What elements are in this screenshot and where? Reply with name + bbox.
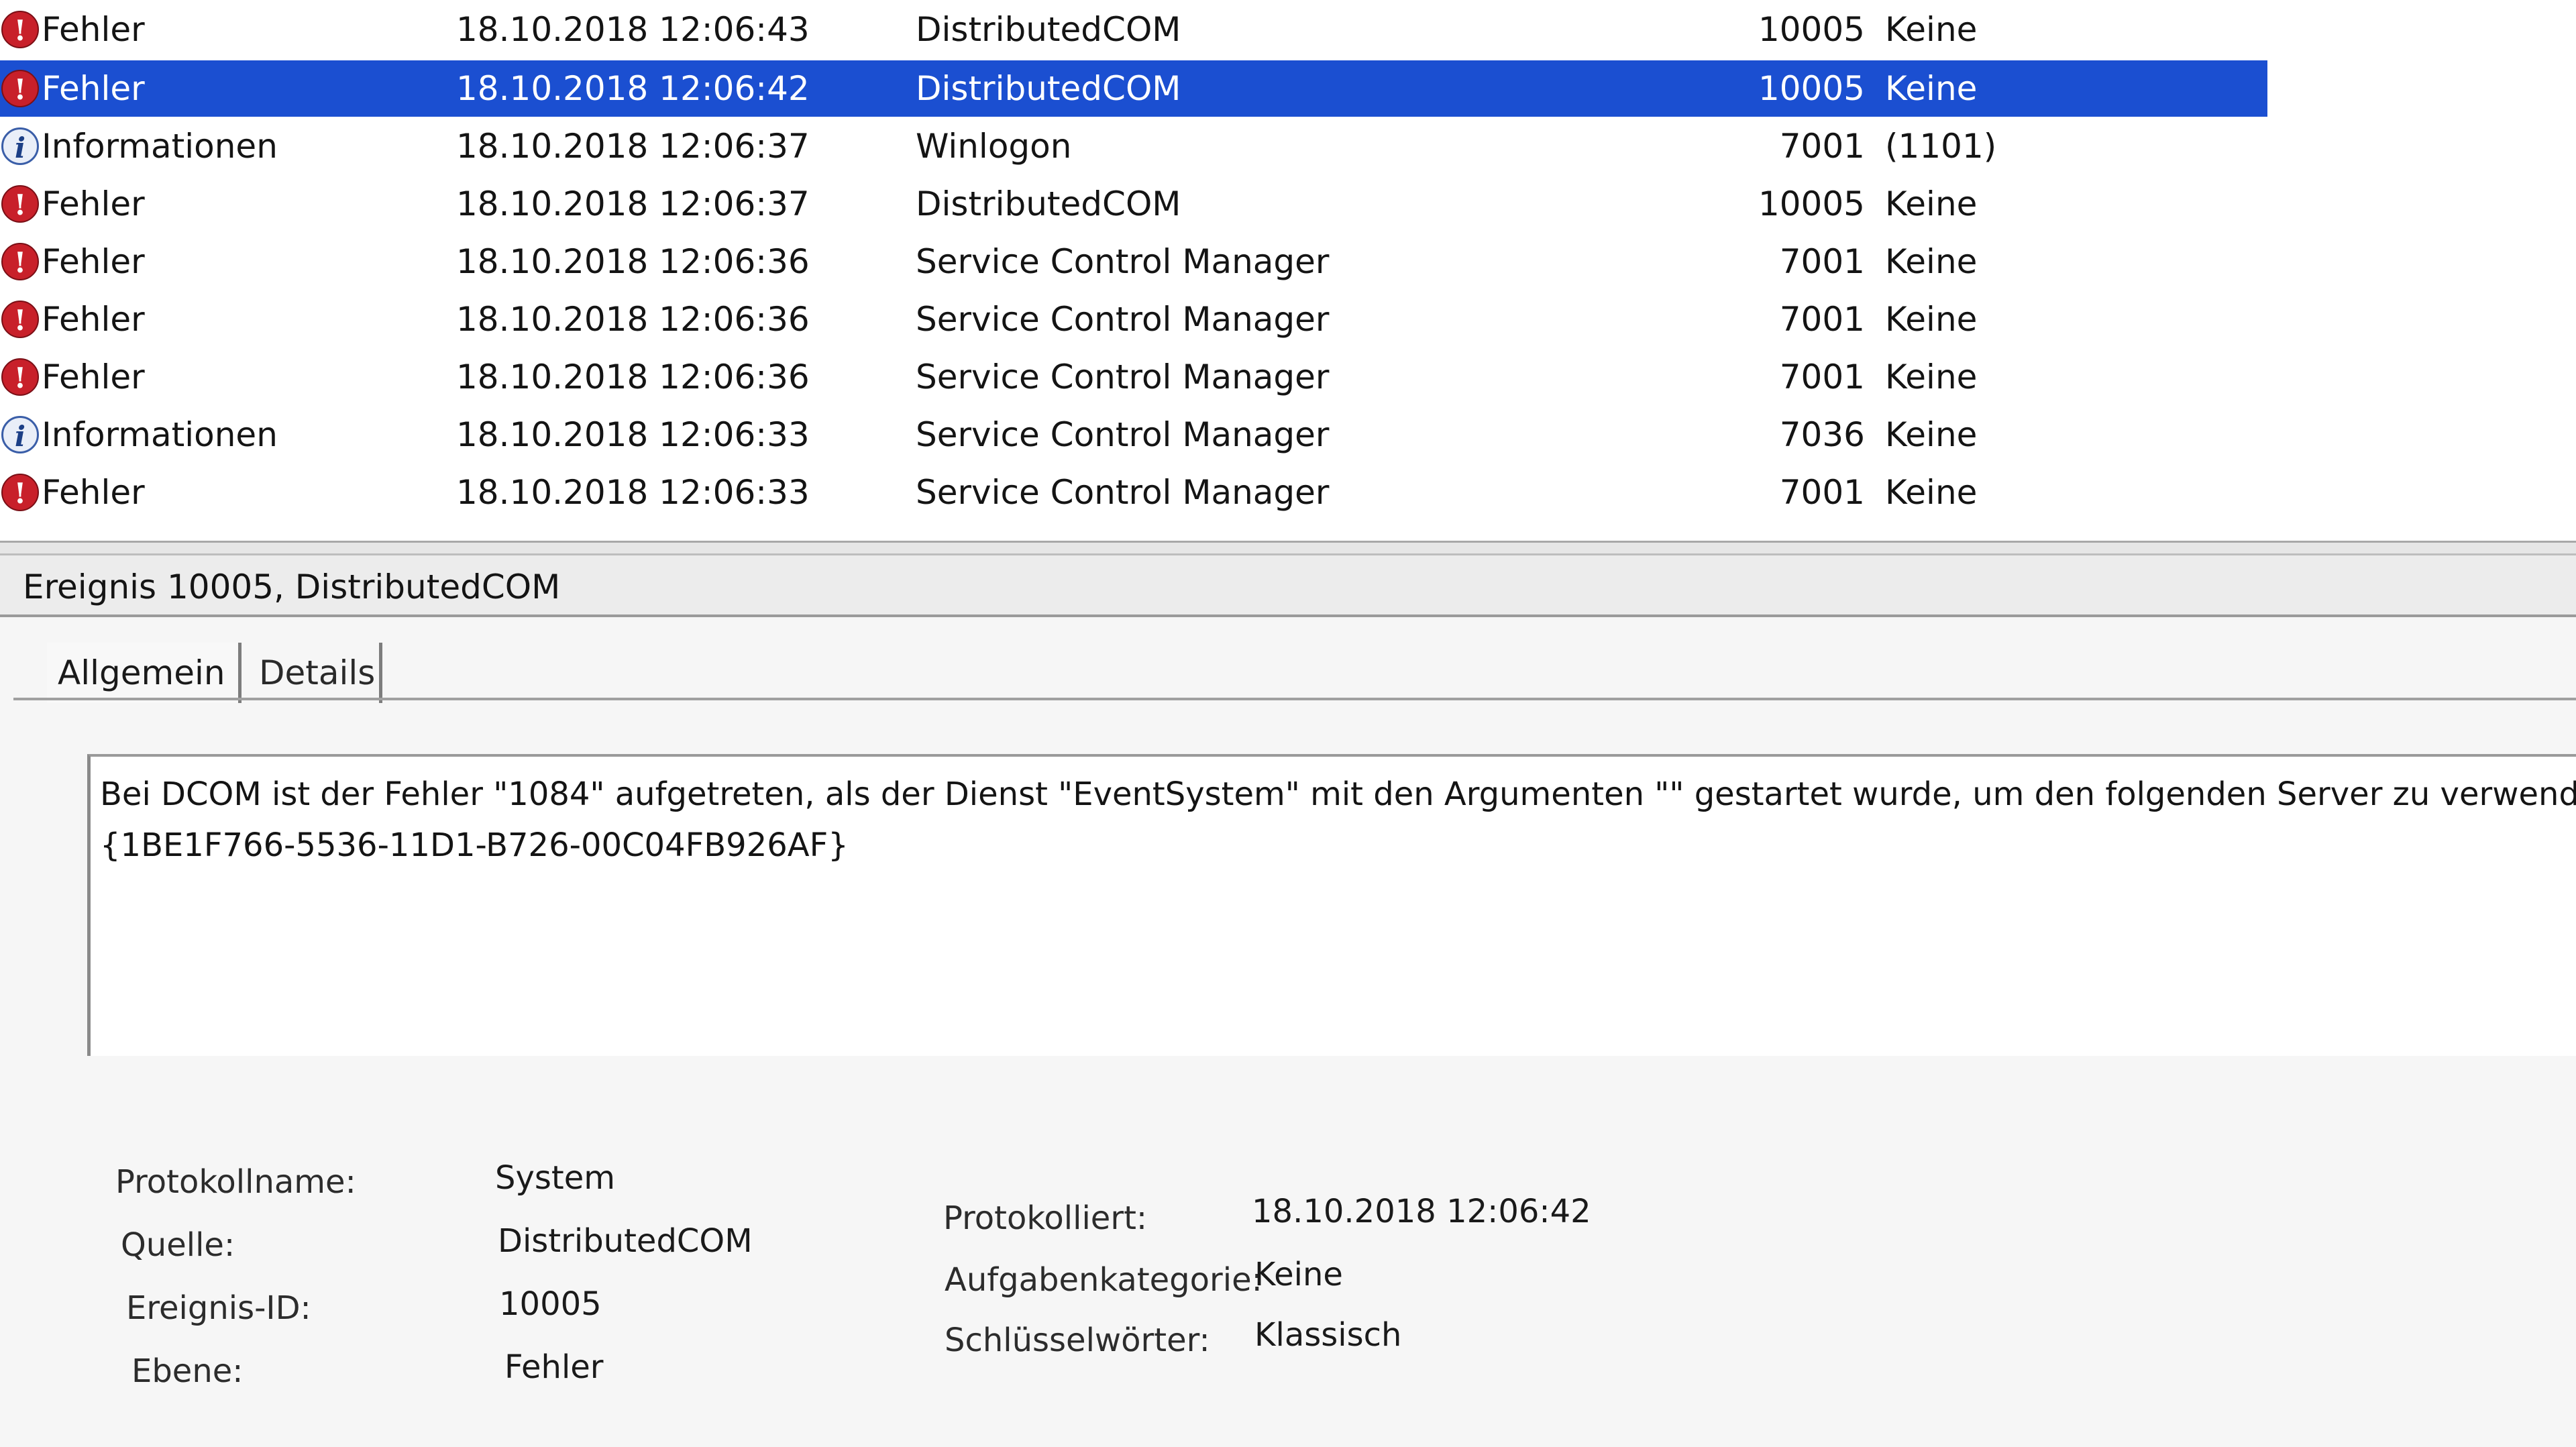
event-id: 7036 (1779, 415, 1865, 454)
event-id: 10005 (1758, 10, 1865, 49)
event-id-label: Ereignis-ID: (126, 1289, 311, 1327)
event-source: Service Control Manager (916, 242, 1330, 281)
event-level: Fehler (42, 300, 145, 339)
event-source: Service Control Manager (916, 300, 1330, 339)
level-value: Fehler (504, 1348, 604, 1386)
event-source: DistributedCOM (916, 184, 1181, 223)
event-datetime: 18.10.2018 12:06:37 (456, 127, 810, 166)
event-level: Informationen (42, 127, 278, 166)
keywords-value: Klassisch (1254, 1316, 1402, 1354)
event-datetime: 18.10.2018 12:06:36 (456, 358, 810, 396)
event-row[interactable]: ! Fehler 18.10.2018 12:06:43 DistributedCOM… (0, 1, 2267, 58)
event-datetime: 18.10.2018 12:06:36 (456, 300, 810, 339)
event-datetime: 18.10.2018 12:06:42 (456, 69, 810, 108)
event-level: Fehler (42, 473, 145, 512)
error-icon: ! (1, 474, 39, 511)
error-icon: ! (1, 358, 39, 396)
event-id: 10005 (1758, 69, 1865, 108)
pane-splitter[interactable] (0, 541, 2576, 555)
event-detail-pane: Ereignis 10005, DistributedCOM Allgemein… (0, 555, 2576, 1447)
event-task-category: Keine (1885, 300, 1978, 339)
event-task-category: Keine (1885, 184, 1978, 223)
logged-label: Protokolliert: (943, 1199, 1148, 1237)
event-level: Fehler (42, 358, 145, 396)
event-task-category: Keine (1885, 242, 1978, 281)
error-icon: ! (1, 243, 39, 280)
info-icon: i (1, 127, 39, 165)
event-task-category: Keine (1885, 10, 1978, 49)
event-row[interactable]: ! Fehler 18.10.2018 12:06:36 Service Contro… (0, 291, 2267, 347)
event-task-category: Keine (1885, 69, 1978, 108)
event-task-category: Keine (1885, 415, 1978, 454)
event-level: Fehler (42, 184, 145, 223)
task-category-label: Aufgabenkategorie: (945, 1261, 1263, 1299)
event-datetime: 18.10.2018 12:06:43 (456, 10, 810, 49)
log-name-label: Protokollname: (115, 1163, 356, 1201)
event-level: Fehler (42, 10, 145, 49)
event-list: ! Fehler 18.10.2018 12:06:43 DistributedCOM… (0, 0, 2576, 541)
logged-value: 18.10.2018 12:06:42 (1252, 1193, 1591, 1230)
event-source: Winlogon (916, 127, 1072, 166)
event-id: 7001 (1779, 300, 1865, 339)
event-row[interactable]: ! Fehler 18.10.2018 12:06:33 Service Contro… (0, 464, 2267, 521)
event-row[interactable]: ! Fehler 18.10.2018 12:06:36 Service Contro… (0, 233, 2267, 290)
event-row[interactable]: i Informationen 18.10.2018 12:06:37 Winlogo… (0, 118, 2267, 174)
source-value: DistributedCOM (498, 1222, 753, 1260)
event-id: 7001 (1779, 242, 1865, 281)
event-row[interactable]: i Informationen 18.10.2018 12:06:33 Service… (0, 407, 2267, 463)
event-properties: Protokollname: System Quelle: Distribute… (0, 555, 2576, 1447)
error-icon: ! (1, 70, 39, 107)
event-id-value: 10005 (499, 1285, 602, 1323)
event-source: DistributedCOM (916, 69, 1181, 108)
event-source: Service Control Manager (916, 358, 1330, 396)
event-row[interactable]: ! Fehler 18.10.2018 12:06:37 DistributedCOM… (0, 176, 2267, 232)
event-datetime: 18.10.2018 12:06:33 (456, 415, 810, 454)
keywords-label: Schlüsselwörter: (945, 1322, 1210, 1359)
level-label: Ebene: (131, 1352, 244, 1390)
error-icon: ! (1, 185, 39, 223)
event-source: Service Control Manager (916, 473, 1330, 512)
event-task-category: Keine (1885, 358, 1978, 396)
info-icon: i (1, 416, 39, 453)
event-datetime: 18.10.2018 12:06:36 (456, 242, 810, 281)
event-level: Fehler (42, 242, 145, 281)
event-datetime: 18.10.2018 12:06:33 (456, 473, 810, 512)
log-name-value: System (495, 1159, 615, 1197)
source-label: Quelle: (121, 1226, 235, 1264)
error-icon: ! (1, 11, 39, 48)
event-task-category: (1101) (1885, 127, 1997, 166)
event-row[interactable]: ! Fehler 18.10.2018 12:06:36 Service Contro… (0, 349, 2267, 405)
event-level: Fehler (42, 69, 145, 108)
event-id: 10005 (1758, 184, 1865, 223)
event-datetime: 18.10.2018 12:06:37 (456, 184, 810, 223)
event-id: 7001 (1779, 473, 1865, 512)
event-id: 7001 (1779, 358, 1865, 396)
error-icon: ! (1, 301, 39, 338)
event-row[interactable]: ! Fehler 18.10.2018 12:06:42 DistributedCOM… (0, 60, 2267, 117)
event-id: 7001 (1779, 127, 1865, 166)
event-source: DistributedCOM (916, 10, 1181, 49)
event-level: Informationen (42, 415, 278, 454)
task-category-value: Keine (1254, 1256, 1343, 1293)
event-source: Service Control Manager (916, 415, 1330, 454)
event-task-category: Keine (1885, 473, 1978, 512)
